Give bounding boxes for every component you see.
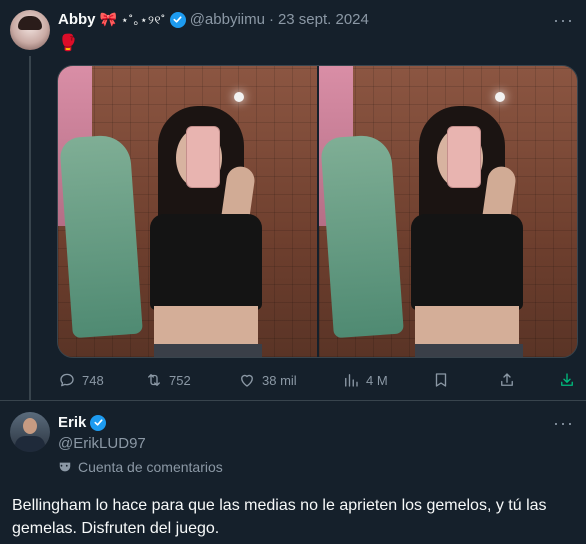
views-button[interactable]: 4 M [342,371,388,389]
media-photo-2[interactable] [318,66,577,357]
reply-header: Erik [58,414,107,431]
mask-icon [59,462,71,472]
tweet-header: Abby 🎀 ⋆˚｡⋆୨୧˚ @abbyiimu · 23 sept. 2024 [58,11,369,28]
tweet-date[interactable]: 23 sept. 2024 [278,11,369,28]
views-icon [345,374,358,387]
reply-button[interactable]: 748 [58,371,104,389]
reply-author-handle[interactable]: @ErikLUD97 [58,435,146,452]
bookmark-icon [435,373,447,387]
name-emoji: 🎀 [99,11,117,27]
download-button[interactable] [558,371,576,389]
more-options-icon[interactable]: ··· [553,10,574,31]
share-button[interactable] [498,371,516,389]
separator: · [268,11,274,28]
reply-more-options-icon[interactable]: ··· [553,413,574,434]
reply-author-name[interactable]: Erik [58,414,86,431]
reply-icon [60,373,74,387]
author-name[interactable]: Abby [58,11,96,28]
reply-avatar[interactable] [10,412,50,452]
reply-count: 748 [82,372,104,388]
view-count: 4 M [366,372,388,388]
thread-connector-line [29,56,31,401]
like-icon [241,374,253,387]
reply-text: Bellingham lo hace para que las medias n… [12,497,547,537]
tweet-media[interactable] [57,65,578,358]
media-photo-1[interactable] [58,66,317,357]
account-type-label: Cuenta de comentarios [58,459,223,475]
verified-badge-icon [90,414,107,431]
like-button[interactable]: 38 mil [238,371,297,389]
retweet-count: 752 [169,372,191,388]
tweet-text: 🥊 [58,35,78,52]
account-type-text: Cuenta de comentarios [78,459,223,475]
name-decoration: ⋆˚｡⋆୨୧˚ [120,13,166,27]
retweet-button[interactable]: 752 [145,371,191,389]
share-icon [501,373,513,386]
bookmark-button[interactable] [432,371,450,389]
download-icon [561,373,573,386]
avatar[interactable] [10,10,50,50]
tweet-actions: 748 752 38 mil 4 M [58,371,576,391]
like-count: 38 mil [262,372,297,388]
verified-badge-icon [169,11,186,28]
retweet-icon [148,374,160,386]
author-handle[interactable]: @abbyiimu [190,11,265,28]
tweet-divider [0,400,586,401]
